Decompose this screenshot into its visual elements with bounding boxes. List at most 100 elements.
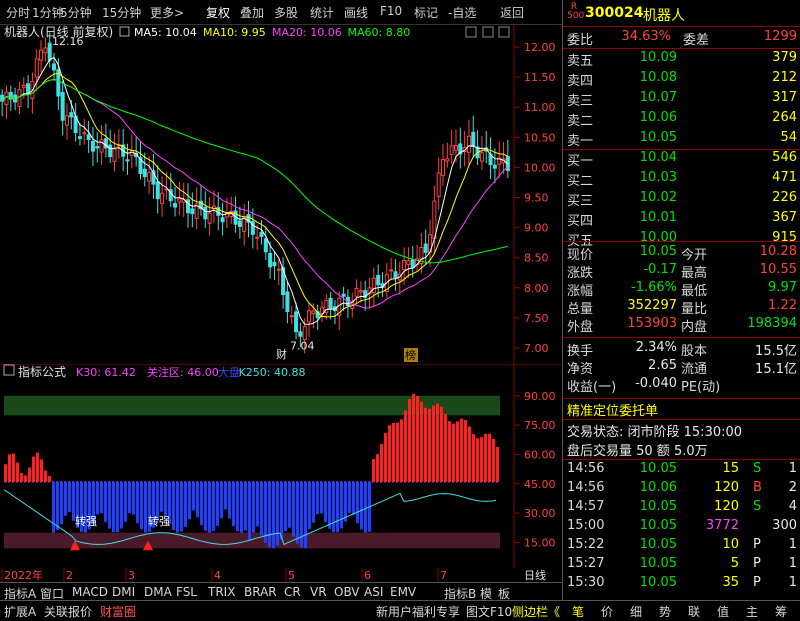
event-marker-cai[interactable]: 财 <box>276 347 287 361</box>
candle-body <box>39 49 44 61</box>
tick-count: 1 <box>788 537 797 552</box>
indicator-chart[interactable]: 指标公式 K30: 61.42 关注区: 46.00 大盘K250: 40.88 90.… <box>0 364 562 568</box>
y-tick-label: 8.00 <box>524 282 549 295</box>
ma-legend: MA5: 10.04 <box>134 26 197 39</box>
candle-body <box>125 159 130 162</box>
side-tab[interactable]: 主 <box>746 603 758 620</box>
ind-bar-up <box>40 459 43 482</box>
toolbar-item[interactable]: 返回 <box>500 4 524 21</box>
candle-body <box>276 268 281 271</box>
side-tab[interactable]: 值 <box>717 603 729 620</box>
ind-bar-up <box>484 433 487 482</box>
bottom-tab-right[interactable]: 新用户福利专享 <box>376 603 460 620</box>
r-icon[interactable]: R 500 <box>567 3 584 21</box>
indicator-tab[interactable]: ASI <box>364 585 383 599</box>
indicator-tab[interactable]: CR <box>284 585 301 599</box>
stat-label: 涨幅 <box>567 284 594 299</box>
bid-row-volume: 471 <box>772 170 797 185</box>
ind-bar-up <box>432 405 435 482</box>
ind-bar-down <box>364 481 367 533</box>
fund-label-2: 股本 <box>681 344 708 359</box>
ma-legend: MA60: 8.80 <box>348 26 411 39</box>
indicator-tab[interactable]: EMV <box>390 585 416 599</box>
tick-row: 15:27 10.05 5 P 1 <box>563 556 800 576</box>
ind-bar-down <box>328 481 331 529</box>
indicator-tab[interactable]: MACD <box>72 585 108 599</box>
side-tab[interactable]: 细 <box>630 603 642 620</box>
candlestick-chart[interactable]: 12.00 11.50 11.00 10.50 10.00 9.50 9.00 8.50 8.0… <box>0 24 562 364</box>
ind-bar-down <box>64 481 67 516</box>
indicator-tab[interactable]: FSL <box>176 585 197 599</box>
bottom-tab-right[interactable]: 侧边栏《 <box>512 603 560 620</box>
toolbar-item[interactable]: 5分钟 <box>60 4 92 21</box>
ind-bar-down <box>216 481 219 526</box>
toolbar-item[interactable]: 1分钟 <box>32 4 64 21</box>
date-label[interactable]: 日线 <box>524 568 546 582</box>
date-label: 3 <box>128 569 135 582</box>
indicator-tab[interactable]: OBV <box>334 585 360 599</box>
toolbar-item[interactable]: 15分钟 <box>102 4 141 21</box>
indicator-tab[interactable]: BRAR <box>244 585 277 599</box>
indicator-tab[interactable]: DMA <box>144 585 172 599</box>
indicator-tab[interactable]: DMI <box>112 585 135 599</box>
quote-panel: R 500 300024 机器人 委比 34.63% 委差 1299 卖五 10.0… <box>562 0 800 600</box>
window-icon[interactable] <box>465 26 477 38</box>
toolbar-item[interactable]: 统计 <box>310 4 334 21</box>
candle-body <box>341 293 346 297</box>
ind-bar-up <box>48 475 51 482</box>
side-tab[interactable]: 笔 <box>572 603 584 620</box>
ind-bar-down <box>96 481 99 515</box>
toolbar-item[interactable]: 更多> <box>150 4 184 21</box>
side-tab[interactable]: 筹 <box>775 603 787 620</box>
ind-bar-up <box>452 423 455 482</box>
side-tab[interactable]: 势 <box>659 603 671 620</box>
bottom-tab[interactable]: 扩展A <box>4 603 36 620</box>
candle-body <box>371 277 376 294</box>
stat-label-2: 最低 <box>681 284 708 299</box>
divider <box>563 398 800 399</box>
stat-value-2: 10.55 <box>759 262 797 277</box>
plus-icon[interactable] <box>498 26 510 38</box>
event-marker-bang[interactable]: 榜 <box>405 348 416 362</box>
settings-icon[interactable] <box>119 26 130 37</box>
tick-time: 15:30 <box>567 575 605 590</box>
toolbar-item[interactable]: 标记 <box>414 4 438 21</box>
ind-bar-down <box>128 481 131 514</box>
candle-body <box>259 232 264 237</box>
bottom-tab[interactable]: 财富圈 <box>100 603 136 620</box>
order-title[interactable]: 精准定位委托单 <box>567 400 800 420</box>
toolbar-item[interactable]: 画线 <box>344 4 368 21</box>
bottom-tab[interactable]: 关联报价 <box>44 603 92 620</box>
bid-row-price: 10.01 <box>639 210 677 225</box>
indicator-tab[interactable]: VR <box>310 585 327 599</box>
ind-bar-up <box>476 438 479 482</box>
expand-icon[interactable] <box>3 364 15 376</box>
toolbar-item[interactable]: -自选 <box>448 4 476 21</box>
ask-row: 卖一 10.05 54 <box>563 130 800 150</box>
side-tab[interactable]: 联 <box>688 603 700 620</box>
toolbar-item[interactable]: 分时 <box>6 4 30 21</box>
side-tab[interactable]: 价 <box>601 603 613 620</box>
tick-volume: 120 <box>714 499 739 514</box>
ind-bar-down <box>116 481 119 533</box>
bid-row-label: 买二 <box>567 174 594 189</box>
toolbar-item[interactable]: 叠加 <box>240 4 264 21</box>
toolbar-item[interactable]: 多股 <box>274 4 298 21</box>
ind-bar-down <box>204 481 207 531</box>
minus-icon[interactable] <box>482 26 494 38</box>
toolbar-item[interactable]: 复权 <box>206 4 230 21</box>
ind-bar-down <box>120 481 123 529</box>
high-label: 12.16 <box>52 35 84 48</box>
toolbar-item[interactable]: F10 <box>380 4 402 18</box>
y-tick-label: 11.00 <box>524 101 556 114</box>
bottom-tab-right[interactable]: 图文F10 <box>466 603 512 620</box>
ind-bar-down <box>104 481 107 522</box>
candle-body <box>453 144 458 151</box>
candle-body <box>112 148 117 162</box>
indicator-tab[interactable]: TRIX <box>208 585 235 599</box>
tick-volume: 120 <box>714 480 739 495</box>
ind-bar-up <box>480 437 483 482</box>
ind-bar-down <box>280 481 283 540</box>
stat-value: 352297 <box>627 298 677 313</box>
tick-time: 15:27 <box>567 556 605 571</box>
